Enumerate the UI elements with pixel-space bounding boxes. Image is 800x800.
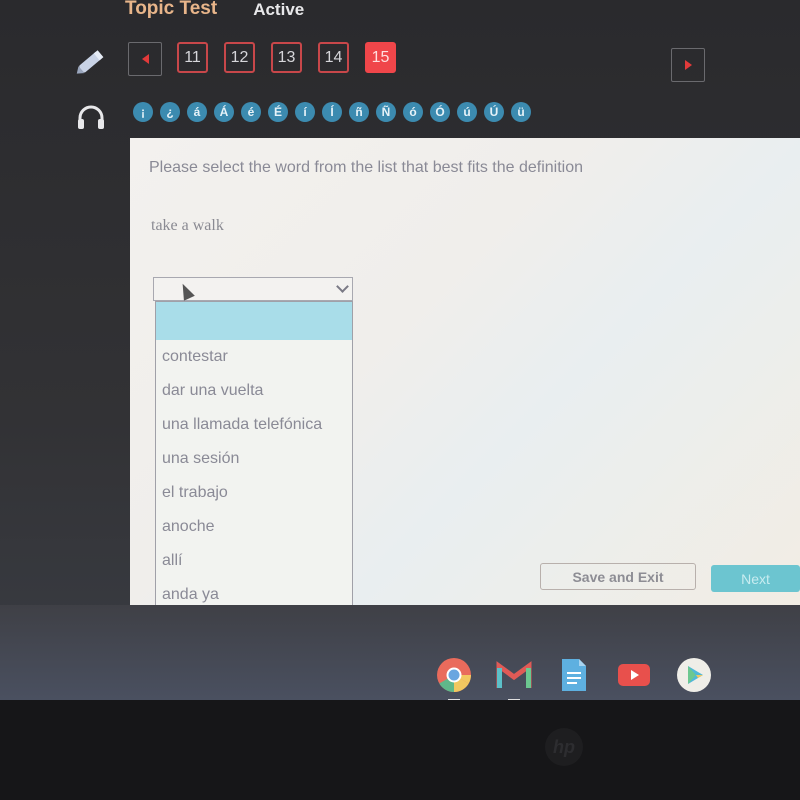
- top-bar: Topic Test Active: [125, 0, 304, 24]
- accent-key[interactable]: É: [268, 102, 288, 122]
- dropdown-option-blank[interactable]: [156, 302, 352, 340]
- accent-key[interactable]: ¡: [133, 102, 153, 122]
- next-page-button[interactable]: [671, 48, 705, 82]
- accent-key[interactable]: ú: [457, 102, 477, 122]
- dropdown-option[interactable]: allí: [156, 544, 352, 578]
- accent-key[interactable]: Á: [214, 102, 234, 122]
- hp-logo-icon: hp: [545, 728, 583, 766]
- save-and-exit-button[interactable]: Save and Exit: [540, 563, 696, 590]
- test-title: Topic Test: [125, 0, 218, 19]
- page-button-14[interactable]: 14: [318, 42, 349, 73]
- play-store-icon[interactable]: [676, 657, 712, 693]
- accent-key[interactable]: ó: [403, 102, 423, 122]
- screen: Topic Test Active 11 12 13 14 15 ¡ ¿ á Á…: [0, 0, 800, 701]
- previous-page-button[interactable]: [128, 42, 162, 76]
- test-status: Active: [253, 0, 305, 19]
- question-definition: take a walk: [151, 217, 224, 234]
- docs-icon[interactable]: [556, 657, 592, 693]
- dropdown-option[interactable]: dar una vuelta: [156, 374, 352, 408]
- dropdown-options-list: contestar dar una vuelta una llamada tel…: [155, 301, 353, 612]
- triangle-right-icon: [684, 60, 692, 70]
- accent-key[interactable]: ü: [511, 102, 531, 122]
- chevron-down-icon: [336, 280, 349, 293]
- page-button-15-current[interactable]: 15: [365, 42, 396, 73]
- triangle-left-icon: [141, 54, 149, 64]
- accent-key[interactable]: Í: [322, 102, 342, 122]
- next-button[interactable]: Next: [711, 565, 800, 592]
- dropdown-option[interactable]: el trabajo: [156, 476, 352, 510]
- chrome-icon[interactable]: [436, 657, 472, 701]
- youtube-icon[interactable]: [616, 657, 652, 693]
- accent-key[interactable]: á: [187, 102, 207, 122]
- accent-key[interactable]: Ó: [430, 102, 450, 122]
- accent-keyboard: ¡ ¿ á Á é É í Í ñ Ñ ó Ó ú Ú ü: [133, 102, 531, 122]
- accent-key[interactable]: é: [241, 102, 261, 122]
- accent-key[interactable]: í: [295, 102, 315, 122]
- page-navigator: 11 12 13 14 15: [177, 42, 396, 73]
- dropdown-option[interactable]: anoche: [156, 510, 352, 544]
- question-instruction: Please select the word from the list tha…: [149, 159, 583, 176]
- gmail-icon[interactable]: [496, 657, 532, 701]
- dropdown-option[interactable]: una sesión: [156, 442, 352, 476]
- dropdown-option[interactable]: contestar: [156, 340, 352, 374]
- page-button-12[interactable]: 12: [224, 42, 255, 73]
- accent-key[interactable]: ñ: [349, 102, 369, 122]
- dropdown-option[interactable]: una llamada telefónica: [156, 408, 352, 442]
- accent-key[interactable]: Ú: [484, 102, 504, 122]
- laptop-bezel: hp: [0, 700, 800, 800]
- headphones-icon[interactable]: [76, 104, 106, 130]
- accent-key[interactable]: Ñ: [376, 102, 396, 122]
- app-dock: [436, 657, 712, 701]
- page-button-13[interactable]: 13: [271, 42, 302, 73]
- page-button-11[interactable]: 11: [177, 42, 208, 73]
- pencil-icon[interactable]: [74, 46, 108, 76]
- accent-key[interactable]: ¿: [160, 102, 180, 122]
